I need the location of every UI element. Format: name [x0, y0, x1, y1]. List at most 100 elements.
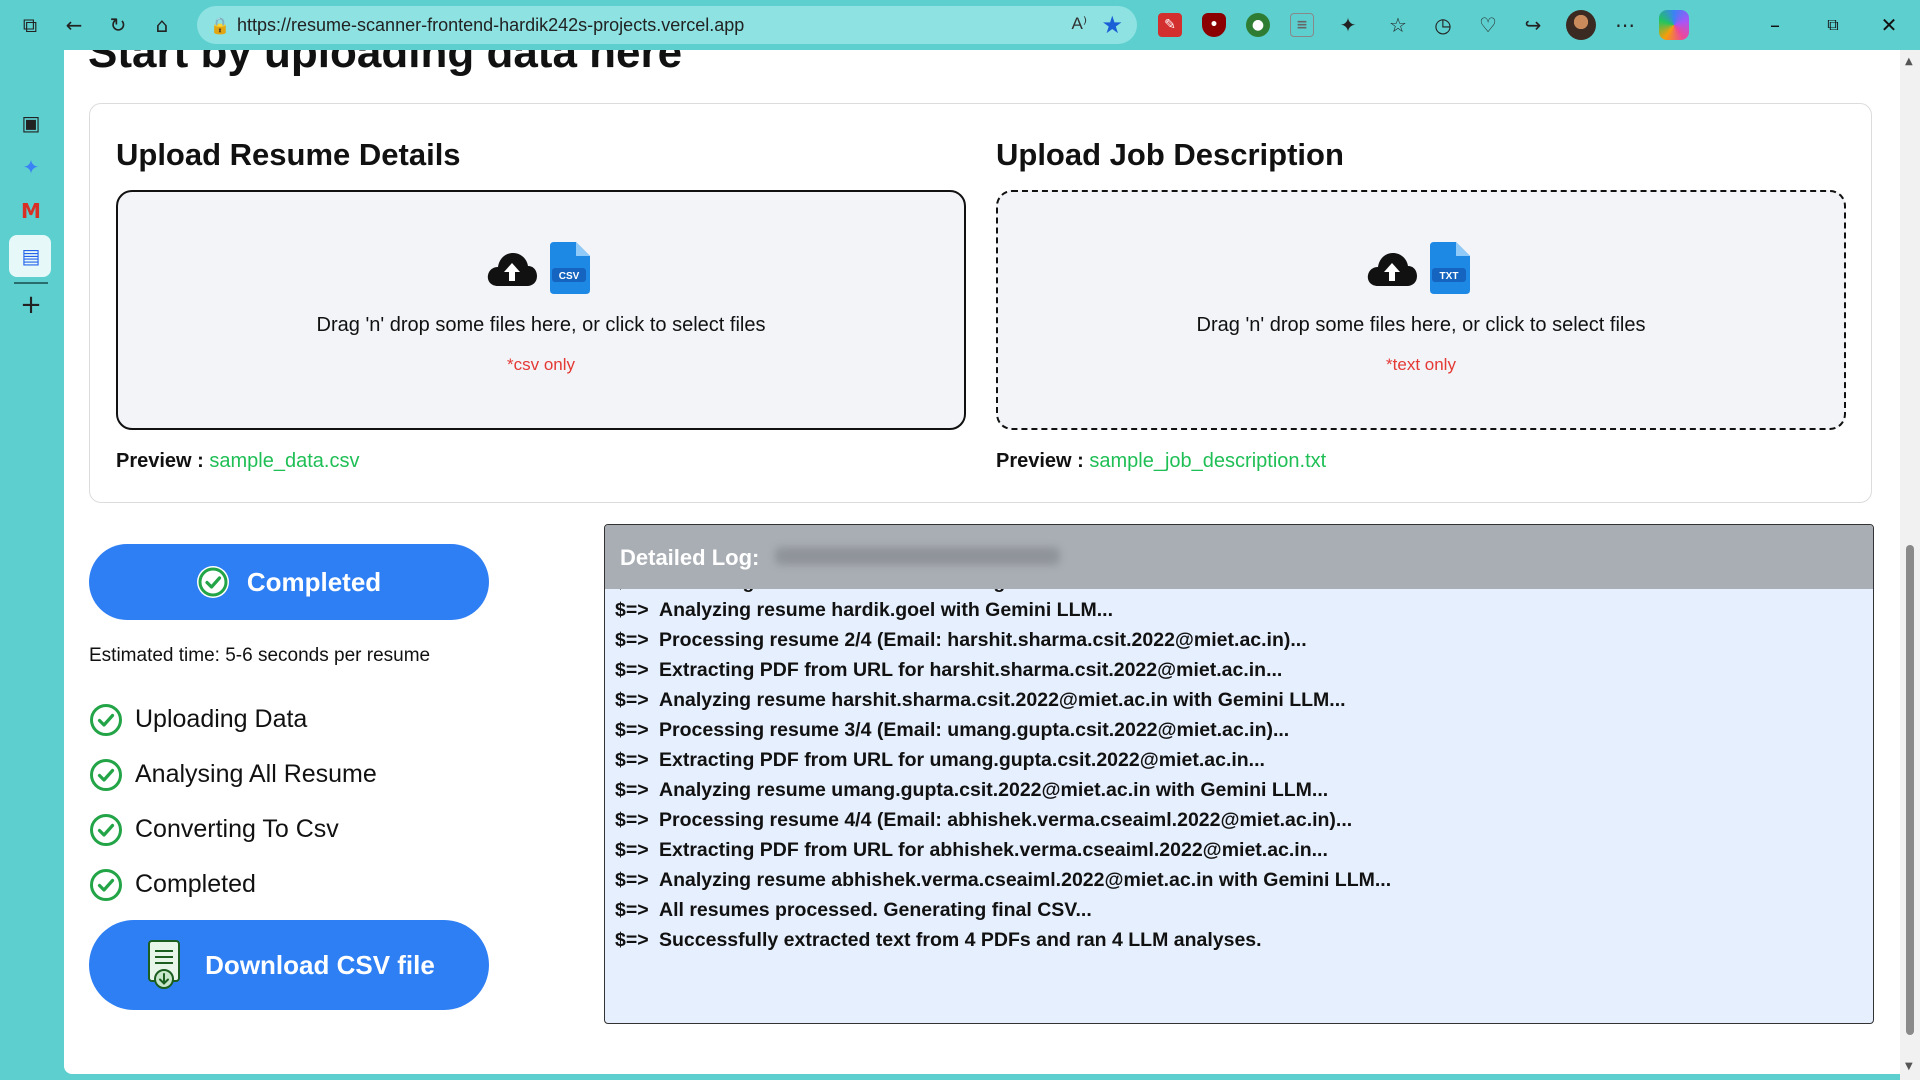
check-circle-icon: [90, 868, 122, 901]
log-text: All resumes processed. Generating final …: [659, 899, 1092, 921]
log-line: $=> Analyzing resume harshit.sharma.csit.…: [615, 685, 1865, 715]
log-prefix: $=>: [615, 839, 649, 861]
job-dropzone[interactable]: TXT Drag 'n' drop some files here, or cl…: [996, 190, 1846, 430]
browser-sidebar: ▣ ✦ M ▤ +: [0, 50, 62, 1080]
check-circle-icon: [196, 566, 229, 598]
resume-preview-link[interactable]: sample_data.csv: [209, 450, 359, 472]
page-extension-icon[interactable]: ≡: [1290, 13, 1314, 37]
health-heart-icon[interactable]: ♡: [1474, 11, 1502, 39]
copilot-sparkle-icon[interactable]: ✦: [16, 152, 46, 182]
csv-badge-text: CSV: [559, 271, 580, 282]
step-label: Uploading Data: [135, 705, 308, 733]
txt-badge-text: TXT: [1440, 271, 1459, 282]
csv-file-icon: CSV: [550, 242, 590, 294]
log-prefix: $=>: [615, 599, 649, 621]
download-label: Download CSV file: [205, 949, 435, 980]
log-line: $=> Processing resume 2/4 (Email: harshit…: [615, 625, 1865, 655]
log-text: Processing resume 2/4 (Email: harshit.sh…: [659, 629, 1307, 651]
dropzone-icons: TXT: [1366, 242, 1486, 296]
log-text: Analyzing resume harshit.sharma.csit.202…: [659, 689, 1346, 711]
log-text: Extracting PDF from URL for harshit.shar…: [659, 659, 1283, 681]
cloud-upload-icon: [1367, 253, 1417, 286]
web-page: Start by uploading data here Upload Resu…: [64, 50, 1900, 1074]
log-text: Analyzing resume abhishek.verma.cseaiml.…: [659, 869, 1392, 891]
log-lines: $=>Extracting PDF from URL for hardik.go…: [615, 575, 1865, 955]
read-aloud-icon[interactable]: A⁾: [1071, 14, 1087, 34]
workspaces-icon[interactable]: ⧉: [16, 11, 44, 39]
resume-dropzone-instructions: Drag 'n' drop some files here, or click …: [316, 314, 766, 336]
pdf-extension-icon[interactable]: ✎: [1158, 13, 1182, 37]
download-file-icon: [148, 940, 181, 989]
tabs-icon[interactable]: ▣: [16, 108, 46, 138]
lock-icon[interactable]: 🔒: [209, 14, 231, 36]
share-icon[interactable]: ↪: [1519, 11, 1547, 39]
log-prefix: $=>: [615, 659, 649, 681]
log-line: $=> Analyzing resume umang.gupta.csit.202…: [615, 775, 1865, 805]
step-item: Uploading Data: [89, 692, 377, 747]
log-prefix: $=>: [615, 899, 649, 921]
download-csv-button[interactable]: Download CSV file: [89, 920, 489, 1010]
gmail-icon[interactable]: M: [16, 196, 46, 226]
log-prefix: $=>: [615, 749, 649, 771]
progress-steps: Uploading Data Analysing All Resume Conv…: [89, 692, 377, 912]
ublock-extension-icon[interactable]: •: [1202, 13, 1226, 37]
preview-label: Preview :: [996, 450, 1084, 472]
extensions-puzzle-icon[interactable]: ✦: [1334, 11, 1362, 39]
step-item: Completed: [89, 857, 377, 912]
history-icon[interactable]: ◷: [1429, 11, 1457, 39]
preview-label: Preview :: [116, 450, 204, 472]
job-file-type-note: *text only: [1386, 355, 1456, 374]
estimated-time: Estimated time: 5-6 seconds per resume: [89, 645, 431, 666]
favorite-star-icon[interactable]: ★: [1101, 11, 1123, 39]
address-bar[interactable]: 🔒 https://resume-scanner-frontend-hardik…: [197, 6, 1137, 44]
resume-dropzone[interactable]: CSV Drag 'n' drop some files here, or cl…: [116, 190, 966, 430]
detailed-log-panel[interactable]: $=>Extracting PDF from URL for hardik.go…: [604, 524, 1874, 1024]
cloud-upload-icon: [487, 253, 537, 286]
scroll-up-icon[interactable]: ▲: [1905, 56, 1913, 67]
home-icon[interactable]: ⌂: [148, 11, 176, 39]
log-prefix: $=>: [615, 779, 649, 801]
back-icon[interactable]: ←: [60, 11, 88, 39]
step-label: Completed: [135, 870, 256, 898]
log-text: Processing resume 4/4 (Email: abhishek.v…: [659, 809, 1353, 831]
profile-avatar[interactable]: [1566, 10, 1596, 40]
log-text: Extracting PDF from URL for abhishek.ver…: [659, 839, 1328, 861]
upload-card: Upload Resume Details CSV Drag 'n' drop …: [89, 103, 1872, 503]
log-line: $=> Extracting PDF from URL for umang.gup…: [615, 745, 1865, 775]
restore-icon[interactable]: ⧉: [1818, 10, 1848, 40]
scroll-down-icon[interactable]: ▼: [1905, 1061, 1913, 1072]
office-app-icon[interactable]: ▤: [16, 241, 46, 271]
page-heading: Start by uploading data here: [88, 50, 683, 77]
dropzone-icons: CSV: [486, 242, 606, 296]
log-line: $=> Processing resume 4/4 (Email: abhishe…: [615, 805, 1865, 835]
txt-file-icon: TXT: [1430, 242, 1470, 294]
refresh-icon[interactable]: ↻: [104, 11, 132, 39]
log-prefix: $=>: [615, 809, 649, 831]
check-circle-icon: [90, 758, 122, 791]
log-text: Processing resume 3/4 (Email: umang.gupt…: [659, 719, 1290, 741]
minimize-icon[interactable]: –: [1760, 10, 1790, 40]
globe-extension-icon[interactable]: ●: [1246, 13, 1270, 37]
log-text: Extracting PDF from URL for umang.gupta.…: [659, 749, 1265, 771]
page-scrollbar[interactable]: ▲ ▼: [1900, 50, 1920, 1080]
log-prefix: $=>: [615, 719, 649, 741]
job-preview-link[interactable]: sample_job_description.txt: [1089, 450, 1326, 472]
scrollbar-thumb[interactable]: [1906, 545, 1914, 1035]
favorites-icon[interactable]: ☆: [1384, 11, 1412, 39]
check-circle-icon: [90, 703, 122, 736]
address-url: https://resume-scanner-frontend-hardik24…: [237, 15, 745, 35]
resume-upload-title: Upload Resume Details: [116, 137, 461, 172]
step-label: Analysing All Resume: [135, 760, 377, 788]
more-menu-icon[interactable]: ⋯: [1611, 11, 1639, 39]
check-circle-icon: [90, 813, 122, 846]
add-icon[interactable]: +: [16, 290, 46, 320]
log-prefix: $=>: [615, 869, 649, 891]
step-item: Converting To Csv: [89, 802, 377, 857]
job-upload-title: Upload Job Description: [996, 137, 1344, 172]
log-line: $=> Extracting PDF from URL for abhishek.…: [615, 835, 1865, 865]
step-item: Analysing All Resume: [89, 747, 377, 802]
copilot-icon[interactable]: [1659, 10, 1689, 40]
close-window-icon[interactable]: ✕: [1874, 10, 1904, 40]
status-completed-button[interactable]: Completed: [89, 544, 489, 620]
job-dropzone-instructions: Drag 'n' drop some files here, or click …: [1196, 314, 1646, 336]
